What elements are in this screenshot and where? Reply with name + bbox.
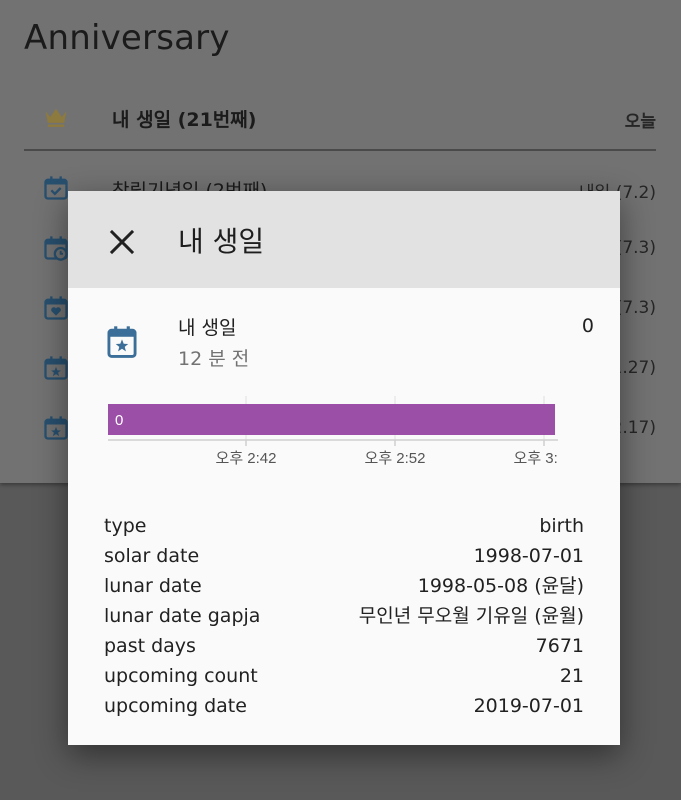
calendar-star-icon bbox=[107, 326, 137, 358]
attribute-list: type birth solar date 1998-07-01 lunar d… bbox=[104, 513, 584, 723]
header-name: 내 생일 (21번째) bbox=[112, 109, 257, 131]
attribute-row: upcoming count 21 bbox=[104, 663, 584, 693]
attribute-value: birth bbox=[539, 515, 584, 537]
calendar-star-icon bbox=[44, 356, 68, 380]
timeline-tick-label: 오후 3:02 bbox=[514, 450, 558, 467]
calendar-star-icon bbox=[44, 416, 68, 440]
divider bbox=[24, 149, 656, 151]
attribute-key: lunar date gapja bbox=[104, 605, 261, 627]
timeline-bar[interactable] bbox=[108, 404, 555, 435]
attribute-value: 1998-07-01 bbox=[473, 545, 584, 567]
attribute-value: 2019-07-01 bbox=[473, 695, 584, 717]
attribute-row: lunar date gapja 무인년 무오월 기유일 (윤월) bbox=[104, 603, 584, 633]
calendar-clock-icon bbox=[44, 236, 68, 261]
attribute-value: 21 bbox=[559, 665, 584, 687]
attribute-key: type bbox=[104, 515, 147, 537]
crown-icon bbox=[45, 108, 67, 127]
header-when: 오늘 bbox=[624, 112, 656, 132]
attribute-key: solar date bbox=[104, 545, 200, 567]
list-header-row[interactable]: 내 생일 (21번째) 오늘 bbox=[24, 103, 656, 163]
attribute-value: 무인년 무오월 기유일 (윤월) bbox=[358, 605, 584, 627]
calendar-heart-icon bbox=[44, 296, 68, 320]
attribute-key: upcoming count bbox=[104, 665, 258, 687]
timeline-tick-label: 오후 2:42 bbox=[216, 450, 277, 467]
dialog-title: 내 생일 bbox=[178, 225, 265, 258]
attribute-key: upcoming date bbox=[104, 695, 247, 717]
entity-name: 내 생일 bbox=[178, 317, 237, 339]
attribute-value: 1998-05-08 (윤달) bbox=[417, 575, 584, 597]
attribute-key: lunar date bbox=[104, 575, 202, 597]
list-item-when: (7.3) bbox=[615, 298, 656, 318]
attribute-key: past days bbox=[104, 635, 196, 657]
more-info-dialog: 내 생일 내 생일 12 분 전 0 0 오후 2:42 오후 2:52 오후 … bbox=[68, 191, 620, 745]
attribute-value: 7671 bbox=[535, 635, 584, 657]
history-timeline[interactable]: 0 오후 2:42 오후 2:52 오후 3:02 bbox=[108, 396, 558, 476]
timeline-bar-label: 0 bbox=[115, 412, 123, 429]
dialog-header: 내 생일 bbox=[68, 191, 620, 288]
calendar-check-icon bbox=[44, 176, 68, 200]
card-title: Anniversary bbox=[24, 18, 230, 58]
timeline-tick-label: 오후 2:52 bbox=[365, 450, 426, 467]
list-item-when: (7.3) bbox=[615, 238, 656, 258]
attribute-row: upcoming date 2019-07-01 bbox=[104, 693, 584, 723]
close-icon[interactable] bbox=[104, 224, 140, 260]
attribute-row: type birth bbox=[104, 513, 584, 543]
entity-state: 0 bbox=[581, 315, 594, 337]
attribute-row: solar date 1998-07-01 bbox=[104, 543, 584, 573]
entity-relative-time: 12 분 전 bbox=[178, 348, 250, 370]
attribute-row: lunar date 1998-05-08 (윤달) bbox=[104, 573, 584, 603]
attribute-row: past days 7671 bbox=[104, 633, 584, 663]
